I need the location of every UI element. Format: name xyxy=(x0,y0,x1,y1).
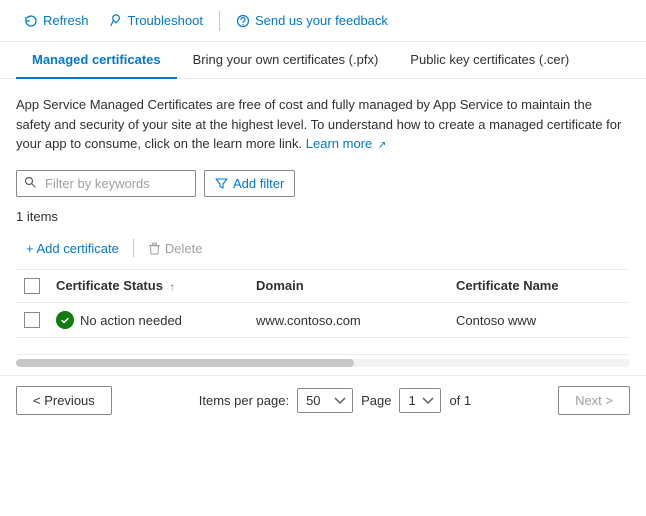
learn-more-link[interactable]: Learn more ↗ xyxy=(306,136,387,151)
horizontal-scrollbar[interactable] xyxy=(16,354,630,371)
search-icon xyxy=(24,176,36,191)
feedback-button[interactable]: Send us your feedback xyxy=(228,8,396,33)
next-button[interactable]: Next > xyxy=(558,386,630,415)
row-status-label: No action needed xyxy=(80,313,182,328)
add-filter-button[interactable]: Add filter xyxy=(204,170,295,197)
scrollbar-track xyxy=(16,359,630,367)
of-label: of 1 xyxy=(449,393,471,408)
sort-arrow-icon: ↑ xyxy=(170,282,175,293)
refresh-label: Refresh xyxy=(43,13,89,28)
troubleshoot-button[interactable]: Troubleshoot xyxy=(101,8,211,33)
items-count: 1 items xyxy=(16,209,630,224)
filter-row: Add filter xyxy=(16,170,630,197)
filter-input[interactable] xyxy=(16,170,196,197)
tab-pfx-certificates[interactable]: Bring your own certificates (.pfx) xyxy=(177,42,395,79)
refresh-icon xyxy=(24,14,38,28)
troubleshoot-label: Troubleshoot xyxy=(128,13,203,28)
troubleshoot-icon xyxy=(109,14,123,28)
external-link-icon: ↗ xyxy=(378,140,386,151)
items-per-page-label: Items per page: xyxy=(199,393,289,408)
refresh-button[interactable]: Refresh xyxy=(16,8,97,33)
description-text: App Service Managed Certificates are fre… xyxy=(16,95,630,154)
table-header-checkbox-col xyxy=(16,270,48,303)
filter-input-wrap xyxy=(16,170,196,197)
action-bar: + Add certificate Delete xyxy=(16,236,630,270)
toolbar: Refresh Troubleshoot Send us your feedba… xyxy=(0,0,646,42)
action-divider xyxy=(133,239,134,257)
pagination-footer: < Previous Items per page: 10 25 50 100 … xyxy=(0,375,646,425)
table-header: Certificate Status ↑ Domain Certificate … xyxy=(16,270,630,303)
add-filter-label: Add filter xyxy=(233,176,284,191)
status-success-icon xyxy=(56,311,74,329)
pagination-center: Items per page: 10 25 50 100 Page 1 of 1 xyxy=(199,388,471,413)
row-status-cell: No action needed xyxy=(48,303,248,338)
row-checkbox-cell xyxy=(16,303,48,338)
feedback-label: Send us your feedback xyxy=(255,13,388,28)
select-all-checkbox[interactable] xyxy=(24,278,40,294)
row-certname-cell: Contoso www xyxy=(448,303,630,338)
add-certificate-button[interactable]: + Add certificate xyxy=(16,236,129,261)
scrollbar-thumb[interactable] xyxy=(16,359,354,367)
certificates-table: Certificate Status ↑ Domain Certificate … xyxy=(16,270,630,339)
table-header-domain[interactable]: Domain xyxy=(248,270,448,303)
tabs: Managed certificates Bring your own cert… xyxy=(0,42,646,79)
main-content: App Service Managed Certificates are fre… xyxy=(0,79,646,354)
table-body: No action needed www.contoso.com Contoso… xyxy=(16,303,630,338)
table-row: No action needed www.contoso.com Contoso… xyxy=(16,303,630,338)
row-checkbox[interactable] xyxy=(24,312,40,328)
delete-button[interactable]: Delete xyxy=(138,236,213,261)
feedback-icon xyxy=(236,14,250,28)
row-domain-cell: www.contoso.com xyxy=(248,303,448,338)
tab-cer-certificates[interactable]: Public key certificates (.cer) xyxy=(394,42,585,79)
page-label: Page xyxy=(361,393,391,408)
toolbar-divider xyxy=(219,11,220,31)
page-select[interactable]: 1 xyxy=(399,388,441,413)
previous-button[interactable]: < Previous xyxy=(16,386,112,415)
tab-managed-certificates[interactable]: Managed certificates xyxy=(16,42,177,79)
table-header-status[interactable]: Certificate Status ↑ xyxy=(48,270,248,303)
funnel-icon xyxy=(215,177,228,190)
items-per-page-select[interactable]: 10 25 50 100 xyxy=(297,388,353,413)
table-header-certname[interactable]: Certificate Name xyxy=(448,270,630,303)
delete-icon xyxy=(148,242,161,255)
